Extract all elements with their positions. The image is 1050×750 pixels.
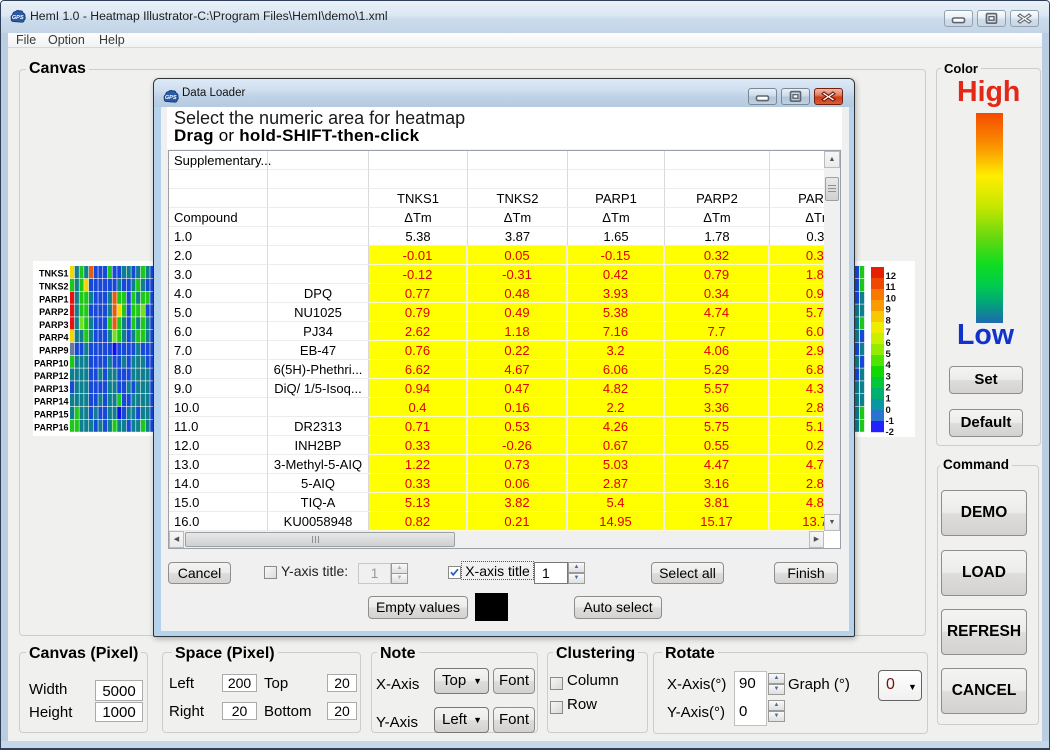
svg-text:11: 11 (886, 282, 897, 293)
svg-text:PARP16: PARP16 (34, 422, 68, 432)
svg-text:8: 8 (886, 316, 891, 327)
svg-text:PARP13: PARP13 (34, 384, 68, 394)
svg-text:PARP10: PARP10 (34, 358, 68, 368)
svg-text:9: 9 (886, 305, 891, 316)
svg-text:GPS: GPS (165, 95, 177, 101)
svg-text:-2: -2 (886, 427, 894, 437)
svg-text:PARP4: PARP4 (39, 333, 68, 343)
svg-text:TNKS2: TNKS2 (39, 282, 69, 292)
svg-text:3: 3 (886, 371, 891, 382)
svg-text:7: 7 (886, 327, 891, 338)
svg-text:PARP2: PARP2 (39, 307, 68, 317)
svg-text:GPS: GPS (12, 15, 24, 21)
svg-text:12: 12 (886, 271, 897, 282)
svg-text:-1: -1 (886, 416, 895, 427)
svg-text:2: 2 (886, 383, 891, 394)
svg-text:6: 6 (886, 338, 891, 349)
svg-text:TNKS1: TNKS1 (39, 269, 69, 279)
svg-text:4: 4 (886, 360, 892, 371)
svg-text:PARP3: PARP3 (39, 320, 68, 330)
svg-text:PARP12: PARP12 (34, 371, 68, 381)
svg-text:PARP15: PARP15 (34, 410, 68, 420)
svg-text:10: 10 (886, 293, 897, 304)
svg-text:PARP14: PARP14 (34, 397, 68, 407)
svg-text:PARP1: PARP1 (39, 294, 68, 304)
svg-text:0: 0 (886, 405, 891, 416)
svg-text:1: 1 (886, 394, 892, 405)
svg-text:5: 5 (886, 349, 892, 360)
svg-text:PARP9: PARP9 (39, 346, 68, 356)
